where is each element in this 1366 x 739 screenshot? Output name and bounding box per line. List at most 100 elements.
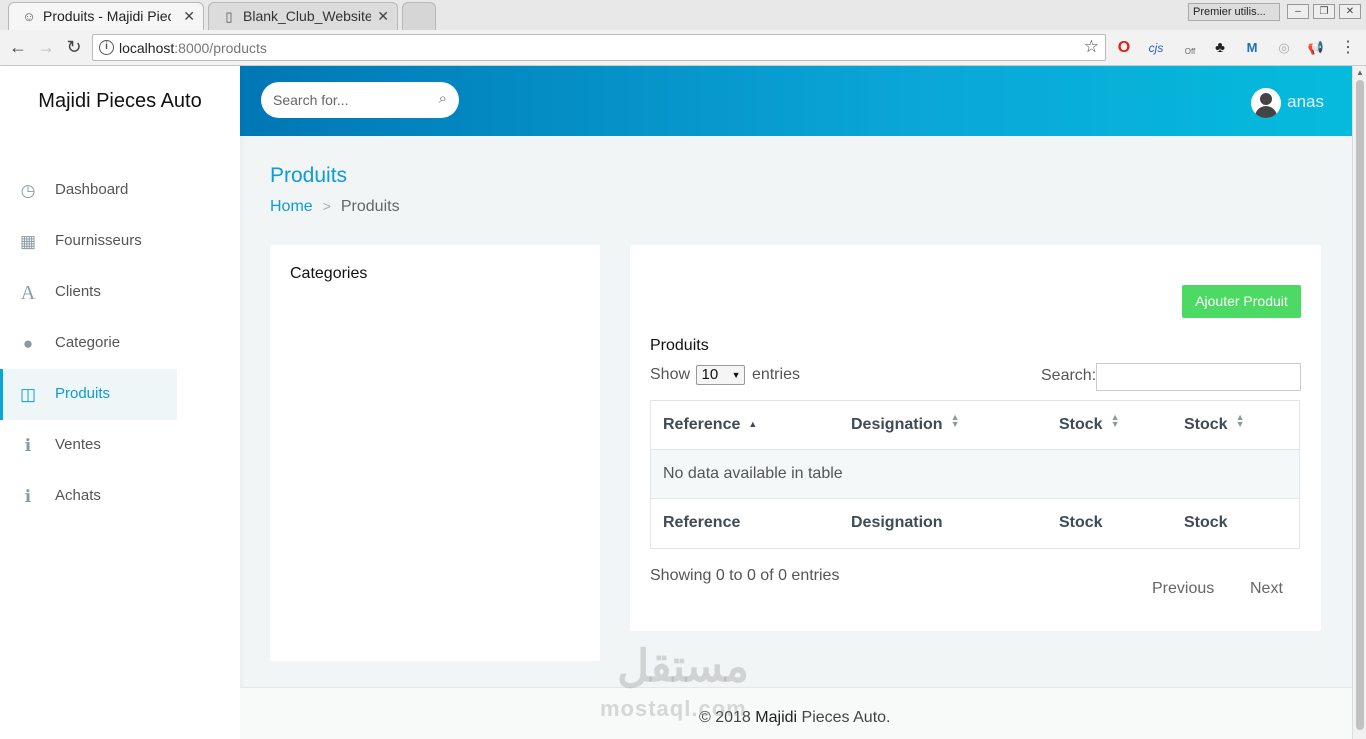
column-footer-stock-2: Stock (1184, 514, 1228, 531)
tab-close-icon[interactable]: ✕ (183, 8, 195, 25)
brand-logo[interactable]: Majidi Pieces Auto (0, 66, 240, 136)
columns-icon: ◫ (19, 385, 37, 404)
scrollbar-thumb[interactable] (1356, 80, 1364, 730)
sidebar-item-produits[interactable]: ◫ Produits (0, 369, 177, 420)
gnome-icon[interactable]: ♣ (1210, 38, 1230, 58)
entries-length-control: Show 10 ▼ entries (650, 365, 800, 385)
table-search-label: Search: (1041, 367, 1097, 384)
column-header-designation[interactable]: Designation ▲ ▼ (851, 412, 960, 434)
breadcrumb-home-link[interactable]: Home (270, 198, 313, 215)
menu-icon[interactable]: ⋮ (1338, 38, 1358, 58)
scrollbar[interactable]: ▲ (1352, 66, 1366, 739)
categories-title: Categories (290, 265, 368, 282)
categories-card: Categories (270, 245, 600, 661)
column-header-stock-2[interactable]: Stock ▲ ▼ (1184, 412, 1245, 434)
sidebar-item-label: Achats (55, 487, 101, 504)
forward-icon[interactable]: → (35, 36, 57, 58)
entries-label: entries (751, 366, 800, 384)
browser-tab-blank-club[interactable]: ▯ Blank_Club_Website ✕ (208, 2, 398, 30)
info-icon: ℹ (24, 436, 32, 455)
copyright-text: © 2018 Majidi Pieces Auto. (699, 709, 891, 726)
column-footer-stock: Stock (1059, 514, 1103, 531)
m-icon[interactable]: M (1242, 38, 1262, 58)
table-icon: ▦ (19, 232, 37, 251)
opera-icon[interactable]: O (1114, 38, 1134, 58)
sidebar-item-label: Produits (55, 385, 111, 402)
add-product-button[interactable]: Ajouter Produit (1182, 285, 1301, 318)
restore-icon[interactable]: ❐ (1313, 4, 1335, 19)
sidebar-item-clients[interactable]: A Clients (0, 267, 177, 318)
font-icon: A (20, 282, 36, 304)
sidebar-item-ventes[interactable]: ℹ Ventes (0, 420, 177, 471)
reload-icon[interactable]: ↻ (63, 36, 85, 58)
new-tab-button[interactable] (402, 2, 436, 30)
close-window-icon[interactable]: ✕ (1339, 4, 1361, 19)
clock-icon: ◷ (20, 181, 36, 200)
minimize-icon[interactable]: – (1287, 4, 1309, 19)
next-page-button[interactable]: Next (1250, 580, 1283, 598)
globe-icon: ● (22, 334, 34, 353)
sort-icon: ▲ ▼ (950, 412, 960, 429)
column-footer-designation: Designation (851, 514, 943, 531)
products-table: Reference ▲ Designation ▲ ▼ Stock ▲ ▼ Stock ▲ ▼… (650, 400, 1300, 549)
scroll-up-icon[interactable]: ▲ (1356, 68, 1364, 77)
chevron-right-icon: > (322, 198, 331, 214)
products-table-title: Produits (650, 337, 709, 354)
sidebar: Majidi Pieces Auto ◷ Dashboard ▦ Fournis… (0, 66, 240, 739)
off-icon[interactable]: Off (1180, 38, 1200, 58)
empty-table-message: No data available in table (663, 465, 843, 482)
table-search: Search: (1041, 363, 1301, 391)
products-card: Ajouter Produit Produits Show 10 ▼ entrie… (630, 245, 1321, 631)
page-title: Produits (270, 164, 348, 187)
search-placeholder: Search for... (273, 92, 349, 108)
table-row: No data available in table (651, 450, 1299, 499)
avatar[interactable] (1251, 88, 1282, 118)
chevron-down-icon: ▼ (731, 370, 741, 380)
sidebar-nav: ◷ Dashboard ▦ Fournisseurs A Clients ● C… (0, 165, 240, 522)
search-input[interactable]: Search for... ⌕ (261, 82, 459, 118)
url-text[interactable]: localhost:8000/products (119, 40, 267, 56)
cjs-icon[interactable]: cjs (1146, 38, 1166, 58)
table-footer-row: Reference Designation Stock Stock (651, 499, 1299, 548)
extension-icon[interactable]: ◎ (1274, 38, 1294, 58)
previous-page-button[interactable]: Previous (1152, 580, 1214, 598)
sort-icon: ▲ ▼ (1110, 412, 1120, 429)
browser-tabstrip: ☺ Produits - Majidi Pieces Auto ✕ ▯ Blan… (0, 0, 1366, 30)
top-header: Search for... ⌕ anas (240, 66, 1352, 136)
document-icon: ▯ (225, 9, 233, 24)
entries-select[interactable]: 10 ▼ (696, 365, 746, 385)
show-label: Show (650, 366, 691, 384)
tab-close-icon[interactable]: ✕ (377, 8, 389, 25)
table-info: Showing 0 to 0 of 0 entries (650, 567, 840, 584)
column-header-reference[interactable]: Reference ▲ (663, 416, 757, 434)
profile-button[interactable]: Premier utilis... (1188, 3, 1280, 21)
sort-icon: ▲ ▼ (1235, 412, 1245, 429)
tab-title: Produits - Majidi Pieces Auto (43, 8, 171, 24)
back-icon[interactable]: ← (7, 36, 29, 58)
tab-title: Blank_Club_Website (243, 8, 371, 24)
table-header-row: Reference ▲ Designation ▲ ▼ Stock ▲ ▼ Stock ▲ ▼ (651, 401, 1299, 450)
sidebar-item-achats[interactable]: ℹ Achats (0, 471, 177, 522)
table-search-input[interactable] (1096, 363, 1301, 391)
username[interactable]: anas (1287, 92, 1324, 111)
megaphone-icon[interactable]: 📢 (1306, 38, 1326, 58)
browser-toolbar: ← → ↻ i localhost:8000/products ☆ O cjs … (0, 30, 1366, 66)
info-icon: ℹ (24, 487, 32, 506)
column-header-stock[interactable]: Stock ▲ ▼ (1059, 412, 1120, 434)
sidebar-item-dashboard[interactable]: ◷ Dashboard (0, 165, 177, 216)
breadcrumb: Home > Produits (270, 198, 400, 216)
bookmark-star-icon[interactable]: ☆ (1084, 37, 1099, 57)
user-menu[interactable]: anas (1251, 86, 1324, 118)
sidebar-item-categorie[interactable]: ● Categorie (0, 318, 177, 369)
sidebar-item-label: Clients (55, 283, 101, 300)
site-info-icon[interactable]: i (99, 40, 114, 55)
browser-tab-produits[interactable]: ☺ Produits - Majidi Pieces Auto ✕ (8, 2, 204, 30)
sidebar-item-label: Ventes (55, 436, 101, 453)
sidebar-item-fournisseurs[interactable]: ▦ Fournisseurs (0, 216, 177, 267)
sidebar-item-label: Dashboard (55, 181, 129, 198)
column-footer-reference: Reference (663, 514, 741, 531)
address-bar[interactable]: i localhost:8000/products ☆ (92, 34, 1106, 61)
search-icon[interactable]: ⌕ (439, 90, 447, 107)
page-favicon-icon: ☺ (22, 9, 36, 24)
sidebar-item-label: Categorie (55, 334, 121, 351)
